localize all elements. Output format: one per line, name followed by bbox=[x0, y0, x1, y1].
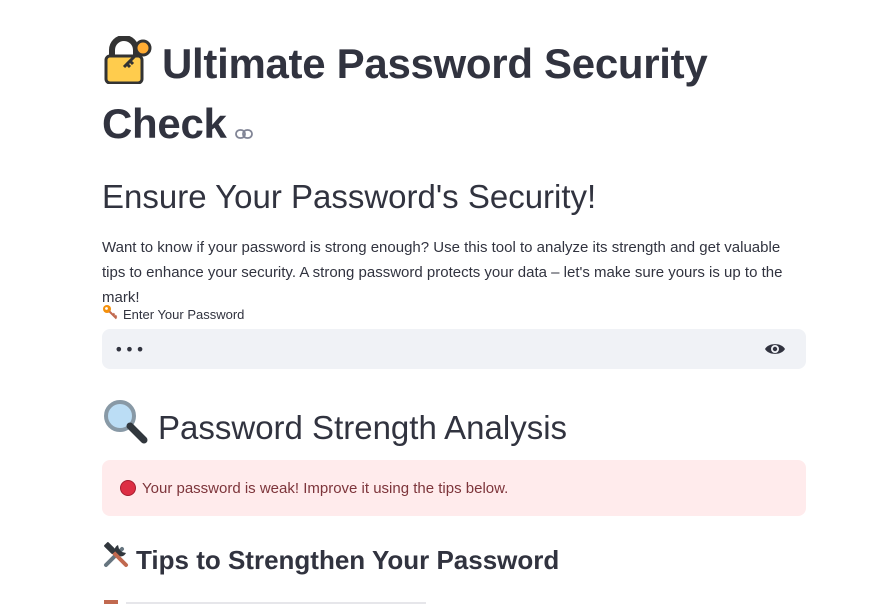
key-icon bbox=[102, 304, 118, 325]
tips-heading: Tips to Strengthen Your Password bbox=[102, 540, 559, 580]
hammer-and-wrench-icon bbox=[102, 540, 130, 580]
password-label-text: Enter Your Password bbox=[123, 306, 245, 322]
intro-paragraph: Want to know if your password is strong … bbox=[102, 239, 783, 306]
magnifying-glass-icon bbox=[102, 398, 148, 457]
lock-with-key-icon bbox=[102, 35, 154, 97]
password-input[interactable] bbox=[102, 329, 742, 369]
section-subtitle: Ensure Your Password's Security! bbox=[102, 178, 597, 215]
tips-heading-text: Tips to Strengthen Your Password bbox=[136, 545, 560, 575]
alert-text: Your password is weak! Improve it using … bbox=[142, 479, 509, 497]
weak-password-alert: Your password is weak! Improve it using … bbox=[102, 460, 806, 516]
page-title-text: Ultimate Password Security Check bbox=[102, 40, 708, 147]
red-circle-icon bbox=[120, 480, 136, 496]
password-field-label: Enter Your Password bbox=[102, 304, 244, 325]
link-icon[interactable] bbox=[234, 99, 253, 153]
tip-item-partial bbox=[102, 594, 442, 604]
analysis-heading-text: Password Strength Analysis bbox=[158, 408, 568, 446]
password-input-container bbox=[102, 329, 806, 369]
page-title: Ultimate Password Security Check bbox=[102, 35, 806, 153]
eye-icon[interactable] bbox=[764, 339, 786, 359]
tips-list-partial bbox=[102, 594, 442, 604]
analysis-heading: Password Strength Analysis bbox=[102, 398, 567, 457]
